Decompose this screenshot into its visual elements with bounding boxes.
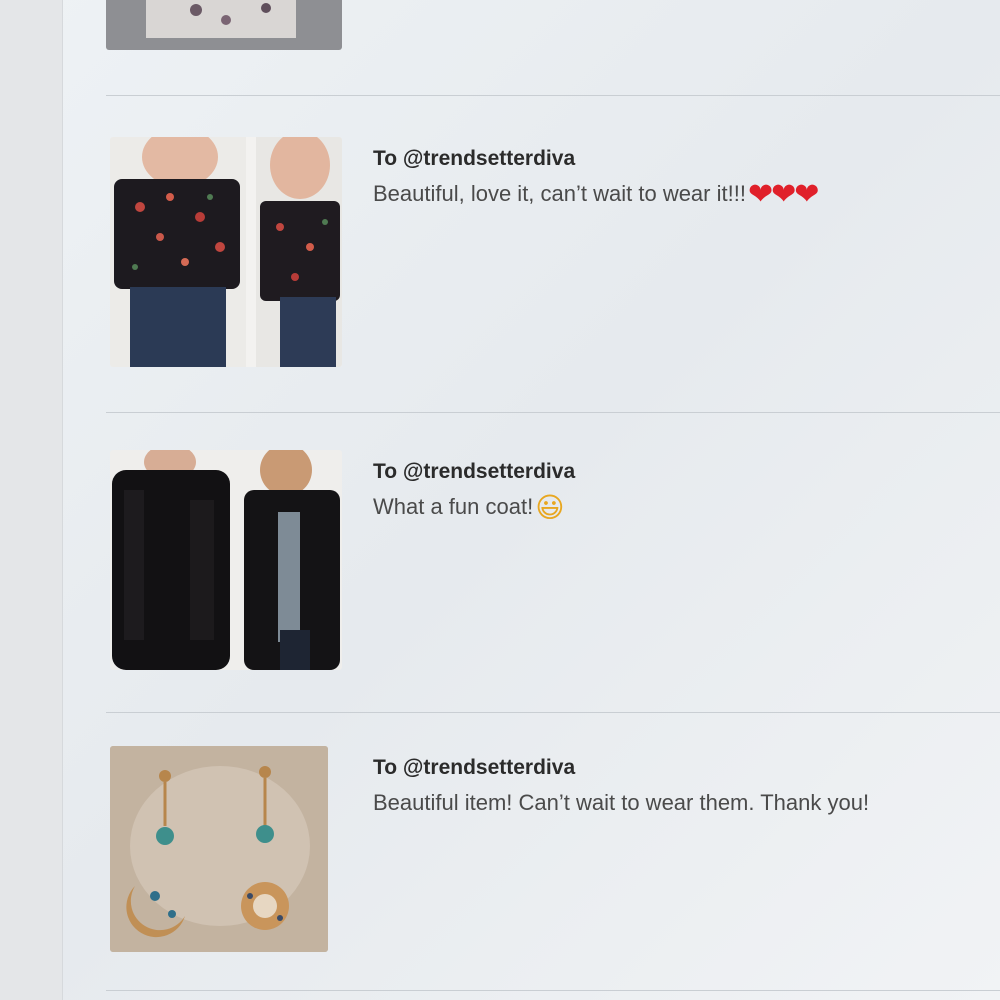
review-photo-black-coat[interactable]	[110, 450, 342, 670]
review-comment: Beautiful, love it, can’t wait to wear i…	[373, 177, 993, 212]
smiley-emoji-icon: 😃	[535, 491, 565, 524]
divider	[106, 712, 1000, 713]
divider	[106, 412, 1000, 413]
divider	[106, 95, 1000, 96]
review-feed: To @trendsetterdiva Beautiful, love it, …	[62, 0, 1000, 1000]
review-text: To @trendsetterdiva What a fun coat!😃	[373, 458, 993, 525]
review-text: To @trendsetterdiva Beautiful, love it, …	[373, 145, 993, 212]
review-recipient[interactable]: To @trendsetterdiva	[373, 145, 993, 173]
review-comment-text: Beautiful, love it, can’t wait to wear i…	[373, 181, 746, 206]
heart-emoji-icon: ❤❤❤	[747, 177, 819, 212]
review-photo-earrings[interactable]	[110, 746, 328, 952]
review-comment: What a fun coat!😃	[373, 490, 993, 525]
review-photo-floral-top[interactable]	[110, 137, 342, 367]
screen: To @trendsetterdiva Beautiful, love it, …	[0, 0, 1000, 1000]
review-comment: Beautiful item! Can’t wait to wear them.…	[373, 786, 993, 820]
review-recipient[interactable]: To @trendsetterdiva	[373, 458, 993, 486]
review-text: To @trendsetterdiva Beautiful item! Can’…	[373, 754, 993, 820]
previous-item-photo[interactable]	[106, 0, 342, 50]
review-comment-text: Beautiful item! Can’t wait to wear them.…	[373, 790, 870, 815]
review-recipient[interactable]: To @trendsetterdiva	[373, 754, 993, 782]
left-rail	[0, 0, 63, 1000]
divider	[106, 990, 1000, 991]
review-comment-text: What a fun coat!	[373, 494, 534, 519]
